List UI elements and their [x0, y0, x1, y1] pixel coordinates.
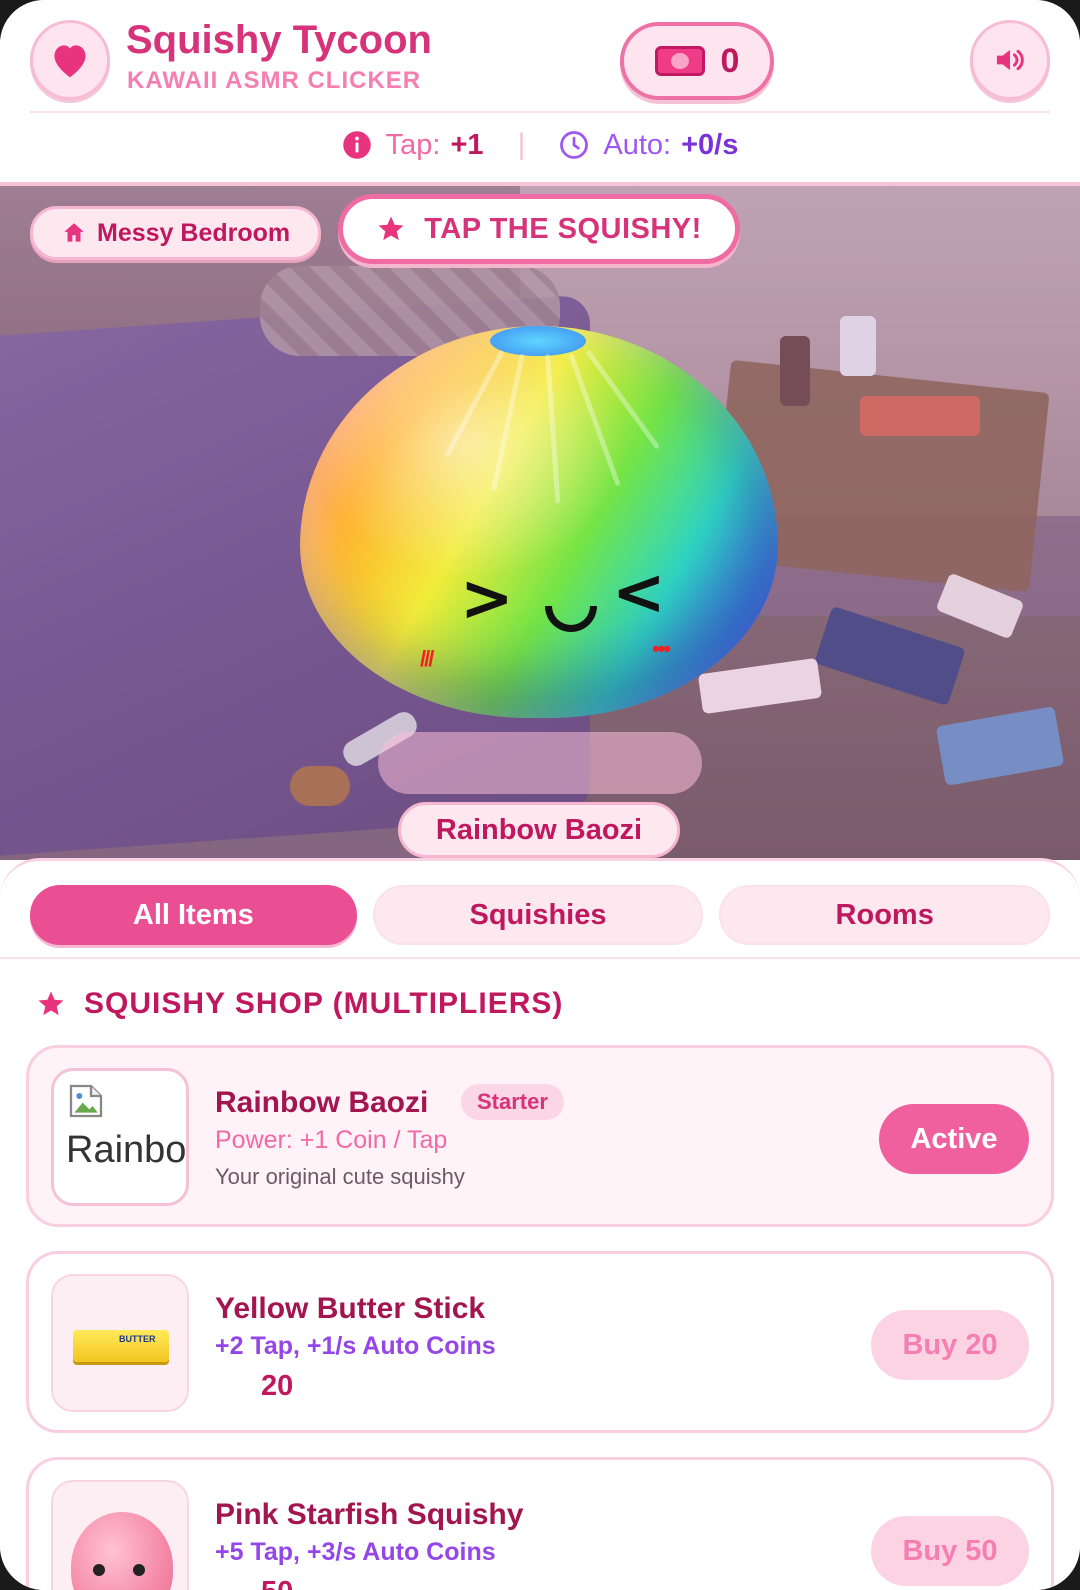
shop-tabs: All Items Squishies Rooms	[30, 885, 1051, 947]
active-button[interactable]: Active	[879, 1104, 1029, 1174]
butter-wrapper-text: BUTTER	[119, 1334, 156, 1344]
favorite-button[interactable]	[30, 20, 110, 100]
tap-prompt-banner: TAP THE SQUISHY!	[338, 194, 740, 264]
item-power: Power: +1 Coin / Tap	[215, 1126, 448, 1154]
room-selector[interactable]: Messy Bedroom	[30, 206, 322, 260]
item-power: +2 Tap, +1/s Auto Coins	[215, 1332, 496, 1360]
item-name: Rainbow Baozi	[215, 1086, 429, 1119]
image-alt-text: Rainbow Baozi	[66, 1129, 187, 1171]
tap-value: +1	[450, 128, 484, 161]
octopus-eye	[93, 1564, 105, 1576]
tab-all-items[interactable]: All Items	[30, 885, 357, 945]
item-name: Yellow Butter Stick	[215, 1292, 486, 1325]
octopus-squishy-image	[71, 1512, 173, 1590]
octopus-eye	[133, 1564, 145, 1576]
auto-value: +0/s	[681, 128, 739, 161]
cash-icon	[654, 46, 705, 76]
coin-counter: 0	[620, 22, 774, 100]
tab-rooms[interactable]: Rooms	[719, 885, 1051, 945]
squishy-name: Rainbow Baozi	[435, 813, 643, 846]
name-bubble	[378, 732, 702, 794]
item-price: 50	[261, 1576, 293, 1590]
star-icon	[378, 216, 404, 241]
item-name: Pink Starfish Squishy	[215, 1498, 524, 1531]
buy-button[interactable]: Buy 50	[871, 1516, 1029, 1586]
header: Squishy Tycoon KAWAII ASMR CLICKER 0 Tap…	[0, 0, 1080, 182]
room-name: Messy Bedroom	[97, 218, 291, 247]
tap-prompt-text: TAP THE SQUISHY!	[424, 212, 702, 245]
item-description: Your original cute squishy	[215, 1164, 465, 1189]
buy-button[interactable]: Buy 20	[871, 1310, 1029, 1380]
squishy-blush-left: ///	[420, 646, 434, 671]
coin-count: 0	[720, 41, 740, 80]
shop-item-pink-starfish-squishy: Pink Starfish Squishy +5 Tap, +3/s Auto …	[26, 1457, 1054, 1590]
app-subtitle: KAWAII ASMR CLICKER	[127, 67, 422, 94]
stats-separator: |	[517, 128, 526, 161]
squishy-blush-right: •••	[652, 636, 671, 661]
info-icon	[342, 131, 371, 159]
stats-bar: Tap: +1 | Auto: +0/s	[0, 122, 1080, 168]
item-power: +5 Tap, +3/s Auto Coins	[215, 1538, 496, 1566]
tap-label: Tap:	[385, 128, 441, 161]
heart-icon	[54, 45, 86, 78]
squishy-eye-right: <	[612, 556, 666, 630]
shop-section-header: SQUISHY SHOP (MULTIPLIERS)	[36, 987, 563, 1021]
header-divider	[30, 111, 1050, 113]
tab-squishies[interactable]: Squishies	[372, 885, 704, 945]
item-thumbnail	[51, 1480, 189, 1590]
item-price: 20	[261, 1370, 294, 1402]
starter-badge: Starter	[461, 1084, 564, 1120]
shop-item-rainbow-baozi: Rainbow Baozi Rainbow Baozi Starter Powe…	[26, 1045, 1054, 1227]
item-thumbnail: Rainbow Baozi	[51, 1068, 189, 1206]
speaker-icon	[996, 49, 1024, 71]
tap-stat: Tap: +1	[342, 129, 484, 162]
squishy-bun-top	[490, 326, 586, 356]
room-scene: Messy Bedroom TAP THE SQUISHY! > < /// •…	[0, 182, 1080, 860]
tabs-divider	[0, 957, 1080, 959]
home-icon	[64, 223, 84, 242]
auto-stat: Auto: +0/s	[559, 129, 738, 162]
squishy-name-pill: Rainbow Baozi	[398, 802, 680, 858]
broken-image-icon	[69, 1084, 103, 1118]
shop-panel: All Items Squishies Rooms SQUISHY SHOP (…	[0, 858, 1080, 1590]
star-icon	[38, 991, 64, 1016]
clock-icon	[560, 131, 589, 159]
squishy-eye-left: >	[460, 562, 514, 636]
auto-label: Auto:	[603, 128, 672, 161]
app-frame: Squishy Tycoon KAWAII ASMR CLICKER 0 Tap…	[0, 0, 1080, 1590]
app-title: Squishy Tycoon	[126, 18, 432, 62]
shop-item-yellow-butter-stick: BUTTER Yellow Butter Stick +2 Tap, +1/s …	[26, 1251, 1054, 1433]
butter-image: BUTTER	[73, 1330, 169, 1362]
item-thumbnail: BUTTER	[51, 1274, 189, 1412]
sound-toggle-button[interactable]	[970, 20, 1050, 100]
shop-section-title: SQUISHY SHOP (MULTIPLIERS)	[84, 987, 564, 1020]
